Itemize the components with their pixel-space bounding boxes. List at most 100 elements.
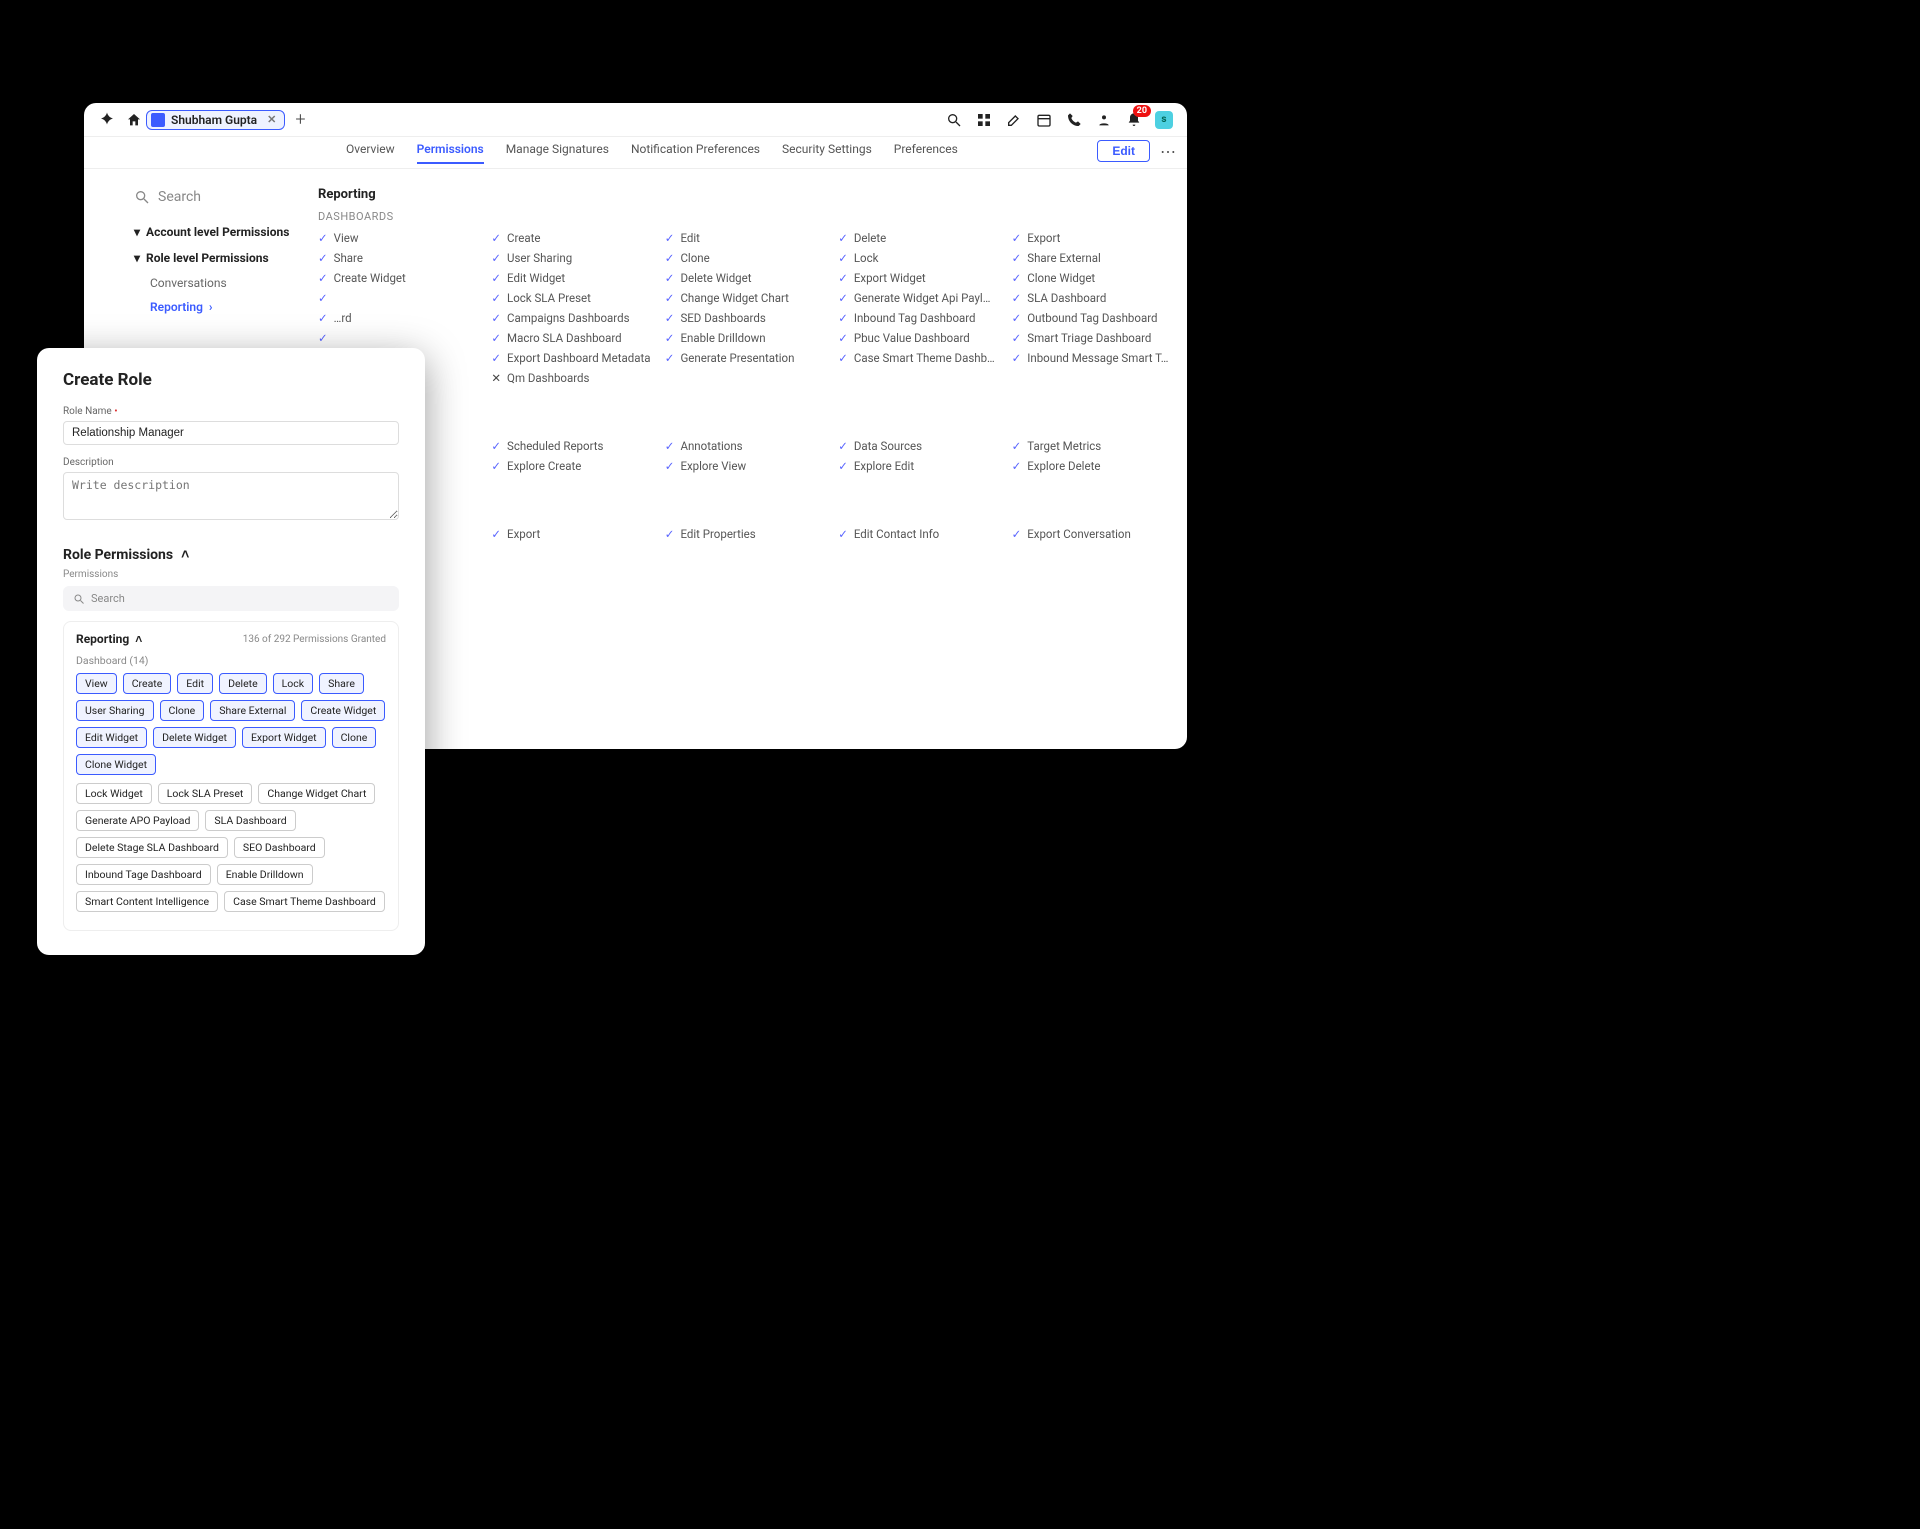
permission-chip[interactable]: Smart Content Intelligence [76,891,218,912]
permission-item: ✓Export [1012,231,1173,245]
tab-overview[interactable]: Overview [346,142,395,164]
permissions-label: Permissions [63,569,399,580]
permission-chip[interactable]: Export Widget [242,727,326,748]
check-icon: ✓ [491,351,501,365]
sidebar-item-conversations[interactable]: Conversations [84,271,302,295]
person-icon [151,113,165,127]
permission-chip[interactable]: Lock [273,673,313,694]
permission-chip[interactable]: Share External [210,700,295,721]
tab-manage-signatures[interactable]: Manage Signatures [506,142,609,164]
compose-icon[interactable] [1005,111,1023,129]
tree-role-level[interactable]: ▾ Role level Permissions [84,245,302,271]
permissions-grid-2: ✓✓Scheduled Reports✓Annotations✓Data Sou… [318,439,1173,473]
tab-security-settings[interactable]: Security Settings [782,142,872,164]
permission-chip[interactable]: Clone [160,700,205,721]
sidebar-search[interactable]: Search [84,183,302,219]
x-icon: ✕ [491,371,501,385]
reporting-card: Reporting ˄ 136 of 292 Permissions Grant… [63,621,399,931]
permission-chip[interactable]: Edit Widget [76,727,147,748]
tab-permissions[interactable]: Permissions [417,142,484,164]
check-icon: ✓ [1012,459,1022,473]
add-tab-button[interactable]: + [295,109,305,130]
people-icon[interactable] [1095,111,1113,129]
check-icon: ✓ [838,251,848,265]
check-icon: ✓ [491,439,501,453]
role-name-input[interactable] [63,421,399,445]
phone-icon[interactable] [1065,111,1083,129]
permission-item: ✓Clone Widget [1012,271,1173,285]
permission-chip[interactable]: Delete Stage SLA Dashboard [76,837,228,858]
home-icon[interactable] [126,112,142,128]
permission-chip[interactable]: Edit [177,673,213,694]
check-icon: ✓ [491,459,501,473]
check-icon: ✓ [318,311,328,325]
permission-chip[interactable]: Clone Widget [76,754,156,775]
top-icon-tray: 20 s [945,111,1179,129]
role-permissions-header[interactable]: Role Permissions ˄ [63,546,399,563]
permission-chip[interactable]: Clone [332,727,377,748]
permission-item: ✓Delete Widget [665,271,826,285]
apps-icon[interactable] [975,111,993,129]
tab-preferences[interactable]: Preferences [894,142,958,164]
bell-icon[interactable]: 20 [1125,111,1143,129]
sidebar-item-reporting[interactable]: Reporting › [84,295,302,319]
permission-item: ✓ [318,331,479,345]
permission-chip[interactable]: Create Widget [301,700,385,721]
check-icon: ✓ [318,331,328,345]
calendar-icon[interactable] [1035,111,1053,129]
permission-item: ✓Scheduled Reports [491,439,652,453]
permission-chip[interactable]: Generate APO Payload [76,810,199,831]
check-icon: ✓ [838,351,848,365]
permission-item: ✓Edit [665,231,826,245]
permission-chip[interactable]: Share [319,673,364,694]
check-icon: ✓ [665,459,675,473]
check-icon: ✓ [1012,231,1022,245]
close-icon[interactable]: ✕ [267,113,276,126]
check-icon: ✓ [665,439,675,453]
check-icon: ✓ [665,271,675,285]
user-tab[interactable]: Shubham Gupta ✕ [146,110,285,130]
permission-chip[interactable]: View [76,673,117,694]
permission-chip[interactable]: Change Widget Chart [258,783,375,804]
sidebar-search-placeholder: Search [158,189,201,205]
search-icon[interactable] [945,111,963,129]
permission-item: ✓Generate Presentation [665,351,826,365]
permission-chip[interactable]: SEO Dashboard [234,837,325,858]
permission-chip[interactable]: User Sharing [76,700,154,721]
tab-notification-preferences[interactable]: Notification Preferences [631,142,760,164]
permission-chip[interactable]: SLA Dashboard [205,810,295,831]
permission-item: ✓Export Conversation [1012,527,1173,541]
permission-chip[interactable]: Enable Drilldown [217,864,313,885]
permission-chip[interactable]: Lock Widget [76,783,152,804]
tree-account-level[interactable]: ▾ Account level Permissions [84,219,302,245]
edit-button[interactable]: Edit [1097,140,1150,162]
permission-chip[interactable]: Delete [219,673,267,694]
chip-row-selected: View CreateEdit Delete Lock Share User Sharin… [76,673,386,775]
check-icon: ✓ [1012,251,1022,265]
permission-item: ✓View [318,231,479,245]
chevron-up-icon: ˄ [181,546,189,563]
permission-item: ✓Export Widget [838,271,999,285]
permission-chip[interactable]: Create [123,673,172,694]
permission-chip[interactable]: Inbound Tage Dashboard [76,864,211,885]
permission-item: ✓Edit Widget [491,271,652,285]
check-icon: ✓ [665,331,675,345]
permission-item: ✓Macro SLA Dashboard [491,331,652,345]
description-input[interactable] [63,472,399,520]
check-icon: ✓ [1012,271,1022,285]
permission-chip[interactable]: Lock SLA Preset [158,783,253,804]
permission-item [838,371,999,385]
permission-chip[interactable]: Case Smart Theme Dashboard [224,891,385,912]
avatar[interactable]: s [1155,111,1173,129]
permission-item: ✓Export Dashboard Metadata [491,351,652,365]
dashboard-group-label: Dashboard (14) [76,654,386,667]
permission-chip[interactable]: Delete Widget [153,727,236,748]
check-icon: ✓ [838,459,848,473]
check-icon: ✓ [1012,331,1022,345]
check-icon: ✓ [665,527,675,541]
check-icon: ✓ [491,331,501,345]
section-dashboards-label: DASHBOARDS [318,210,1173,223]
more-icon[interactable]: ⋯ [1160,142,1177,161]
permissions-search[interactable]: Search [63,586,399,611]
reporting-card-header[interactable]: Reporting ˄ 136 of 292 Permissions Grant… [76,632,386,646]
